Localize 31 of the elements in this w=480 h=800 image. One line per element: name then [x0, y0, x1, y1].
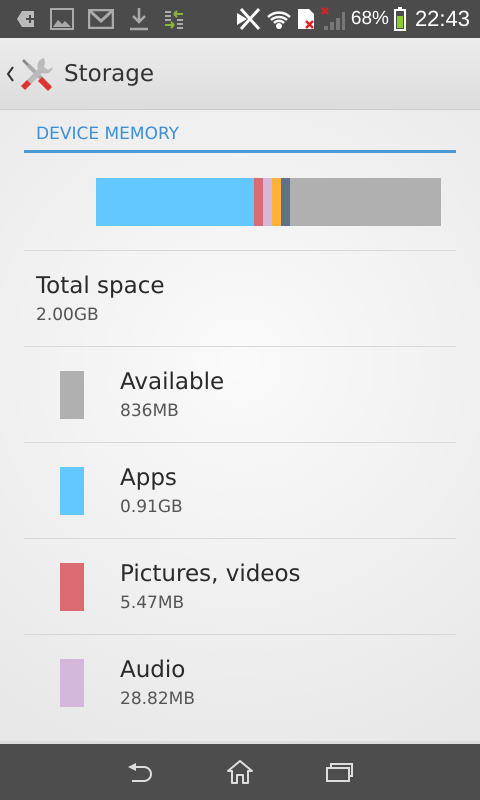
- image-icon: [50, 8, 74, 30]
- screen-title: Storage: [64, 60, 154, 86]
- total-space-label: Total space: [36, 272, 164, 298]
- recent-apps-icon[interactable]: [326, 762, 354, 782]
- back-chevron-icon: [6, 66, 14, 82]
- nfc-off-icon: [234, 7, 261, 31]
- storage-category-item[interactable]: Available 836MB: [24, 346, 456, 442]
- category-size: 0.91GB: [120, 496, 183, 516]
- back-icon[interactable]: [126, 762, 154, 782]
- section-header: DEVICE MEMORY: [24, 110, 456, 153]
- category-size: 836MB: [120, 400, 180, 420]
- battery-percent: 68%: [350, 8, 389, 30]
- category-label: Pictures, videos: [120, 560, 301, 586]
- battery-icon: [394, 7, 406, 31]
- storage-category-item[interactable]: Audio 28.82MB: [24, 634, 456, 730]
- plus-tag-icon: [16, 9, 36, 29]
- category-size: 28.82MB: [120, 688, 195, 708]
- clock: 22:43: [414, 6, 470, 32]
- total-space-value: 2.00GB: [36, 304, 100, 324]
- storage-category-item[interactable]: Pictures, videos 5.47MB: [24, 538, 456, 634]
- signal-icon: [320, 6, 346, 32]
- sync-lines-icon: [164, 9, 184, 29]
- category-label: Audio: [120, 656, 186, 682]
- sim-error-icon: [296, 8, 315, 30]
- storage-category-item[interactable]: Apps 0.91GB: [24, 442, 456, 538]
- download-icon: [128, 7, 150, 31]
- category-label: Available: [120, 368, 224, 394]
- mail-icon: [88, 9, 114, 29]
- category-size: 5.47MB: [120, 592, 186, 612]
- home-icon[interactable]: [226, 759, 254, 785]
- category-label: Apps: [120, 464, 178, 490]
